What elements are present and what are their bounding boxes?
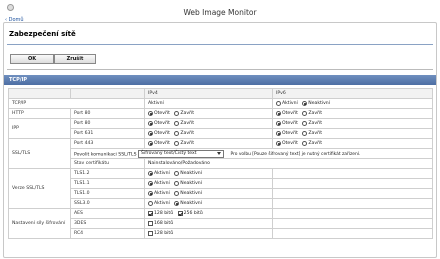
tls12-label: TLS1.2 bbox=[70, 168, 145, 179]
ipp-port631-label: Port 631 bbox=[70, 128, 145, 139]
aes-128-checkbox[interactable] bbox=[148, 210, 153, 216]
row-label-cipher: Nastavení síly šifrování bbox=[8, 208, 71, 239]
tcpip-ipv6-active-radio[interactable] bbox=[276, 100, 281, 106]
cert-status-value: Nainstalováno/Požadováno bbox=[144, 158, 433, 169]
section-header-tcpip: TCP/IP bbox=[4, 75, 436, 85]
table-row-tls11: TLS1.1 Aktivní Neaktivní bbox=[9, 178, 433, 189]
page-title: Zabezpečení sítě bbox=[9, 30, 76, 38]
cert-status-label: Stav certifikátu bbox=[70, 158, 145, 169]
http-ipv6-close-radio[interactable] bbox=[302, 110, 308, 116]
aes-label: AES bbox=[70, 208, 145, 219]
row-label-ipp: IPP bbox=[8, 118, 71, 139]
table-row-ssl-443: SSL/TLS Port 443 Otevřít Zavřít Otevřít … bbox=[8, 138, 433, 169]
ok-button[interactable]: OK bbox=[10, 54, 54, 64]
chevron-down-icon bbox=[217, 152, 221, 155]
table-row-rc4: RC4 128 bitů bbox=[9, 228, 433, 239]
content-frame: Zabezpečení sítě OK Zrušit TCP/IP IPv4 I… bbox=[3, 22, 437, 258]
des3-label: 3DES bbox=[70, 218, 145, 229]
ssl443-ipv4-open-radio[interactable] bbox=[148, 140, 153, 146]
aes-256-checkbox[interactable] bbox=[177, 210, 183, 216]
ipp80-ipv4-open-radio[interactable] bbox=[148, 120, 153, 126]
table-row-3des: 3DES 168 bitů bbox=[9, 218, 433, 229]
allow-ssl-select[interactable]: Šifrovaný text/Čistý text bbox=[138, 149, 224, 158]
column-header-ipv4: IPv4 bbox=[144, 88, 273, 99]
table-row-aes: Nastavení síly šifrování AES 128 bitů 25… bbox=[8, 208, 433, 239]
allow-ssl-note: Pro volbu [Pouze šifrovaný text] je nutn… bbox=[230, 152, 361, 157]
ipp631-ipv4-close-radio[interactable] bbox=[174, 130, 180, 136]
ssl30-inactive-radio[interactable] bbox=[174, 200, 180, 206]
row-label-http: HTTP bbox=[8, 108, 71, 119]
table-row-cert-status: Stav certifikátu Nainstalováno/Požadován… bbox=[9, 158, 433, 169]
row-label-tcpip: TCP/IP bbox=[8, 98, 145, 109]
ssl443-ipv6-close-radio[interactable] bbox=[302, 140, 308, 146]
table-row-tcpip: TCP/IP Aktivní Aktivní Neaktivní bbox=[8, 98, 433, 109]
tcpip-ipv6-inactive-radio[interactable] bbox=[302, 100, 308, 106]
des3-168-checkbox[interactable] bbox=[148, 220, 153, 226]
table-row-ssl30: SSL3.0 Aktivní Neaktivní bbox=[9, 198, 433, 209]
http-port80-label: Port 80 bbox=[70, 108, 145, 119]
table-row-http: HTTP Port 80 Otevřít Zavřít Otevřít Zavř… bbox=[8, 108, 433, 119]
cancel-button[interactable]: Zrušit bbox=[54, 54, 96, 64]
top-bar: Web Image Monitor ‹ Domů bbox=[0, 0, 440, 23]
allow-ssl-label: Povolit komunikaci SSL/TLS bbox=[74, 152, 137, 157]
app-title: Web Image Monitor bbox=[183, 8, 257, 17]
tls11-inactive-radio[interactable] bbox=[174, 180, 180, 186]
tcpip-ipv4-value: Aktivní bbox=[144, 98, 273, 109]
ipp80-ipv6-open-radio[interactable] bbox=[276, 120, 281, 126]
ssl-port443-label: Port 443 bbox=[70, 138, 145, 149]
ipp80-ipv6-close-radio[interactable] bbox=[302, 120, 308, 126]
ssl30-label: SSL3.0 bbox=[70, 198, 145, 209]
rc4-label: RC4 bbox=[70, 228, 145, 239]
table-row-ipp-80: IPP Port 80 Otevřít Zavřít Otevřít Zavří… bbox=[8, 118, 433, 139]
ipp631-ipv4-open-radio[interactable] bbox=[148, 130, 153, 136]
ssl443-ipv6-open-radio[interactable] bbox=[276, 140, 281, 146]
tls12-active-radio[interactable] bbox=[148, 170, 153, 176]
ssl30-active-radio[interactable] bbox=[148, 200, 153, 206]
ipp631-ipv6-close-radio[interactable] bbox=[302, 130, 308, 136]
table-row-ipp-631: Port 631 Otevřít Zavřít Otevřít Zavřít bbox=[9, 128, 433, 139]
rc4-128-checkbox[interactable] bbox=[148, 230, 153, 236]
http-ipv6-open-radio[interactable] bbox=[276, 110, 281, 116]
row-label-ssltls: SSL/TLS bbox=[8, 138, 71, 169]
table-row-tls12: Verze SSL/TLS TLS1.2 Aktivní Neaktivní bbox=[8, 168, 433, 209]
http-ipv4-open-radio[interactable] bbox=[148, 110, 153, 116]
table-header-row: IPv4 IPv6 bbox=[8, 88, 433, 99]
tls11-active-radio[interactable] bbox=[148, 180, 153, 186]
ipp-port80-label: Port 80 bbox=[70, 118, 145, 129]
settings-table: IPv4 IPv6 TCP/IP Aktivní Aktivní Neaktiv… bbox=[8, 88, 433, 239]
tls12-inactive-radio[interactable] bbox=[174, 170, 180, 176]
button-divider bbox=[7, 69, 433, 70]
tcpip-ipv6-options: Aktivní Neaktivní bbox=[272, 98, 433, 109]
table-row-allow-ssl: Povolit komunikaci SSL/TLS Šifrovaný tex… bbox=[9, 148, 433, 159]
section-title: TCP/IP bbox=[9, 76, 28, 83]
ipp80-ipv4-close-radio[interactable] bbox=[174, 120, 180, 126]
tls11-label: TLS1.1 bbox=[70, 178, 145, 189]
http-ipv4-close-radio[interactable] bbox=[174, 110, 180, 116]
table-row-tls10: TLS1.0 Aktivní Neaktivní bbox=[9, 188, 433, 199]
ssl443-ipv4-close-radio[interactable] bbox=[174, 140, 180, 146]
tls10-active-radio[interactable] bbox=[148, 190, 153, 196]
tls10-label: TLS1.0 bbox=[70, 188, 145, 199]
column-header-ipv6: IPv6 bbox=[272, 88, 433, 99]
tls10-inactive-radio[interactable] bbox=[174, 190, 180, 196]
row-label-version: Verze SSL/TLS bbox=[8, 168, 71, 209]
title-divider bbox=[7, 44, 433, 45]
ipp631-ipv6-open-radio[interactable] bbox=[276, 130, 281, 136]
